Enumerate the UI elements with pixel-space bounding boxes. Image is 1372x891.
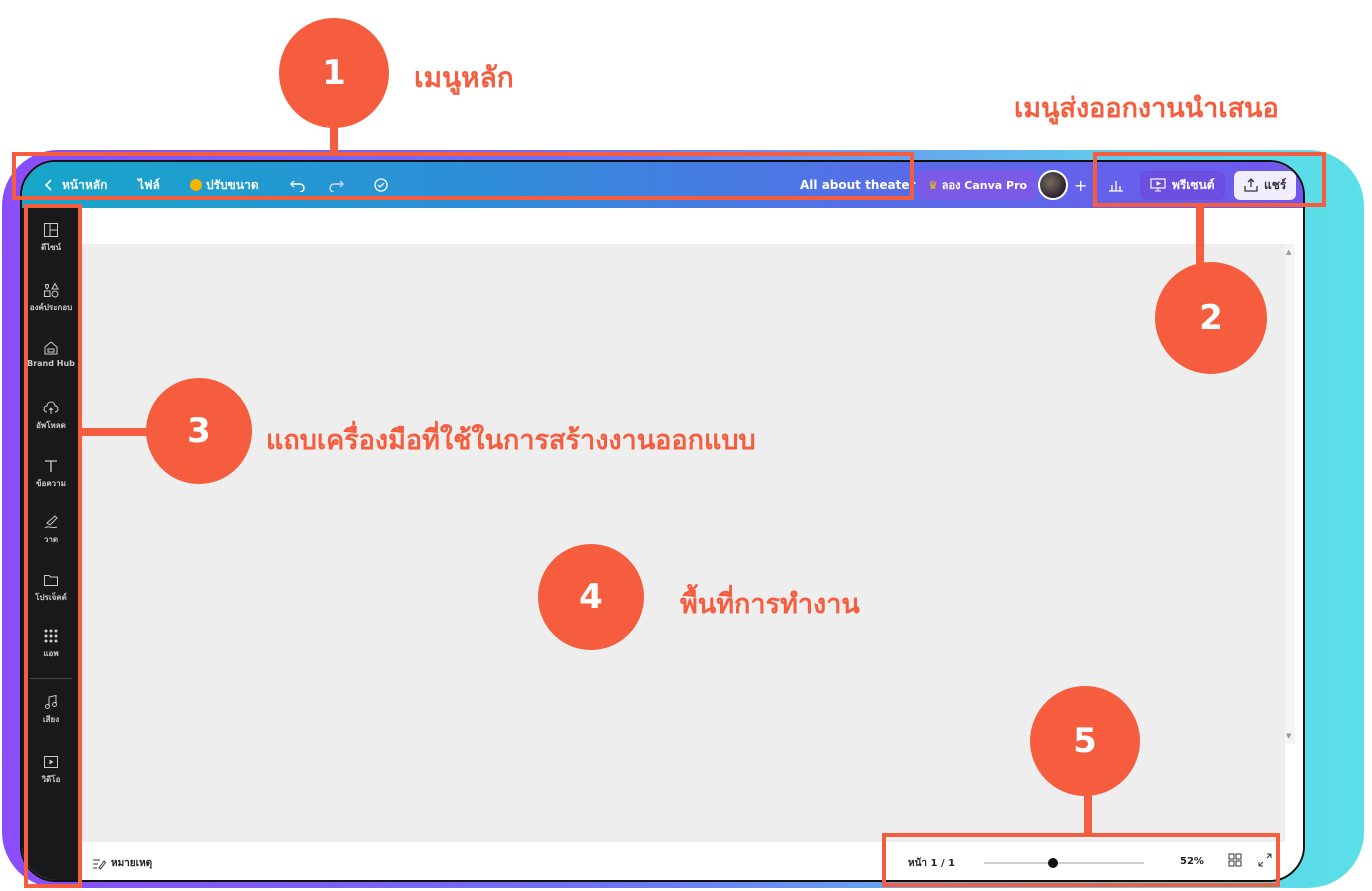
export-menu-highlight-box [1093, 152, 1326, 207]
vertical-scrollbar[interactable]: ▲ ▼ [1285, 244, 1295, 744]
callout-4-label: พื้นที่การทำงาน [680, 589, 860, 620]
scroll-up-icon[interactable]: ▲ [1286, 248, 1291, 256]
bottom-controls-highlight-box [882, 833, 1280, 887]
try-pro-button[interactable]: ♛ ลอง Canva Pro [918, 162, 1038, 208]
callout-4-badge: 4 [538, 544, 644, 650]
notes-button[interactable]: หมายเหตุ [92, 856, 152, 871]
tutorial-slide: หน้าหลัก ไฟล์ ปรับขนาด All about theater [0, 0, 1372, 891]
add-collaborator-button[interactable]: + [1074, 176, 1087, 195]
callout-2-badge: 2 [1155, 262, 1267, 374]
scroll-down-icon[interactable]: ▼ [1286, 732, 1291, 740]
callout-1-badge: 1 [279, 18, 389, 128]
callout-5-badge: 5 [1030, 686, 1140, 796]
callout-3-label: แถบเครื่องมือที่ใช้ในการสร้างงานออกแบบ [266, 425, 756, 456]
crown-icon: ♛ [928, 179, 938, 192]
avatar[interactable]: + [1038, 162, 1087, 208]
callout-3-badge: 3 [146, 378, 252, 484]
notes-icon [93, 859, 106, 870]
callout-2-connector [1196, 204, 1204, 270]
canvas-top-strip [80, 208, 1303, 244]
main-menu-highlight-box [12, 152, 914, 200]
callout-1-label: เมนูหลัก [414, 61, 514, 94]
toolbar-highlight-box [24, 204, 82, 888]
callout-2-label: เมนูส่งออกงานนำเสนอ [1014, 93, 1279, 124]
